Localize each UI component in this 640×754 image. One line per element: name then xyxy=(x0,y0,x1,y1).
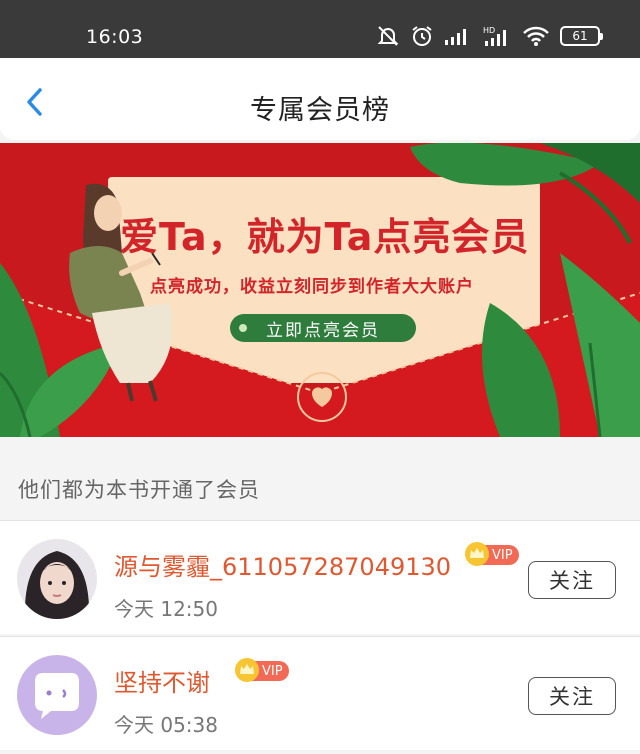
status-icons: HD 61 xyxy=(376,24,603,48)
status-bar: 16:03 HD 61 xyxy=(0,0,640,58)
wifi-icon xyxy=(523,26,549,46)
avatar[interactable] xyxy=(17,655,97,735)
banner-subtitle: 点亮成功，收益立刻同步到作者大大账户 xyxy=(150,277,474,297)
member-list: 源与雾霾_611057287049130 VIP 今天 12:50 关注 坚持不… xyxy=(0,520,640,750)
crown-icon xyxy=(235,658,259,682)
crown-icon xyxy=(465,542,489,566)
battery-icon: 61 xyxy=(560,26,603,46)
signal-icon xyxy=(445,29,466,45)
nav-header: 专属会员榜 xyxy=(0,58,640,140)
banner-cta-label: 立即点亮会员 xyxy=(266,320,380,341)
alarm-icon xyxy=(412,26,432,46)
member-time: 今天 12:50 xyxy=(114,597,218,621)
battery-level: 61 xyxy=(572,29,588,43)
follow-button[interactable]: 关注 xyxy=(528,561,616,599)
follow-button-label: 关注 xyxy=(549,685,595,709)
vip-badge-label: VIP xyxy=(492,547,513,563)
banner-cta-button[interactable]: 立即点亮会员 xyxy=(230,314,416,342)
member-row[interactable]: 坚持不谢 VIP 今天 05:38 关注 xyxy=(0,636,640,750)
vip-badge: VIP xyxy=(465,542,519,566)
follow-button-label: 关注 xyxy=(549,569,595,593)
follow-button[interactable]: 关注 xyxy=(528,677,616,715)
avatar[interactable] xyxy=(17,539,97,619)
page-title: 专属会员榜 xyxy=(250,95,390,126)
member-row[interactable]: 源与雾霾_611057287049130 VIP 今天 12:50 关注 xyxy=(0,520,640,634)
member-name[interactable]: 源与雾霾_611057287049130 xyxy=(114,547,451,582)
mute-bell-icon xyxy=(377,26,399,46)
member-name[interactable]: 坚持不谢 xyxy=(114,663,210,698)
status-time: 16:03 xyxy=(86,26,144,48)
section-heading: 他们都为本书开通了会员 xyxy=(18,478,260,502)
default-chat-avatar-icon xyxy=(17,655,97,735)
vip-badge: VIP xyxy=(235,658,289,682)
svg-text:HD: HD xyxy=(483,26,495,35)
vip-badge-label: VIP xyxy=(262,663,283,679)
banner-headline: 爱Ta，就为Ta点亮会员 xyxy=(120,215,530,259)
promo-banner[interactable]: 爱Ta，就为Ta点亮会员 点亮成功，收益立刻同步到作者大大账户 立即点亮会员 xyxy=(0,143,640,437)
member-time: 今天 05:38 xyxy=(114,713,218,737)
user-photo-avatar-icon xyxy=(17,539,97,619)
hd-signal-icon: HD xyxy=(483,26,506,46)
